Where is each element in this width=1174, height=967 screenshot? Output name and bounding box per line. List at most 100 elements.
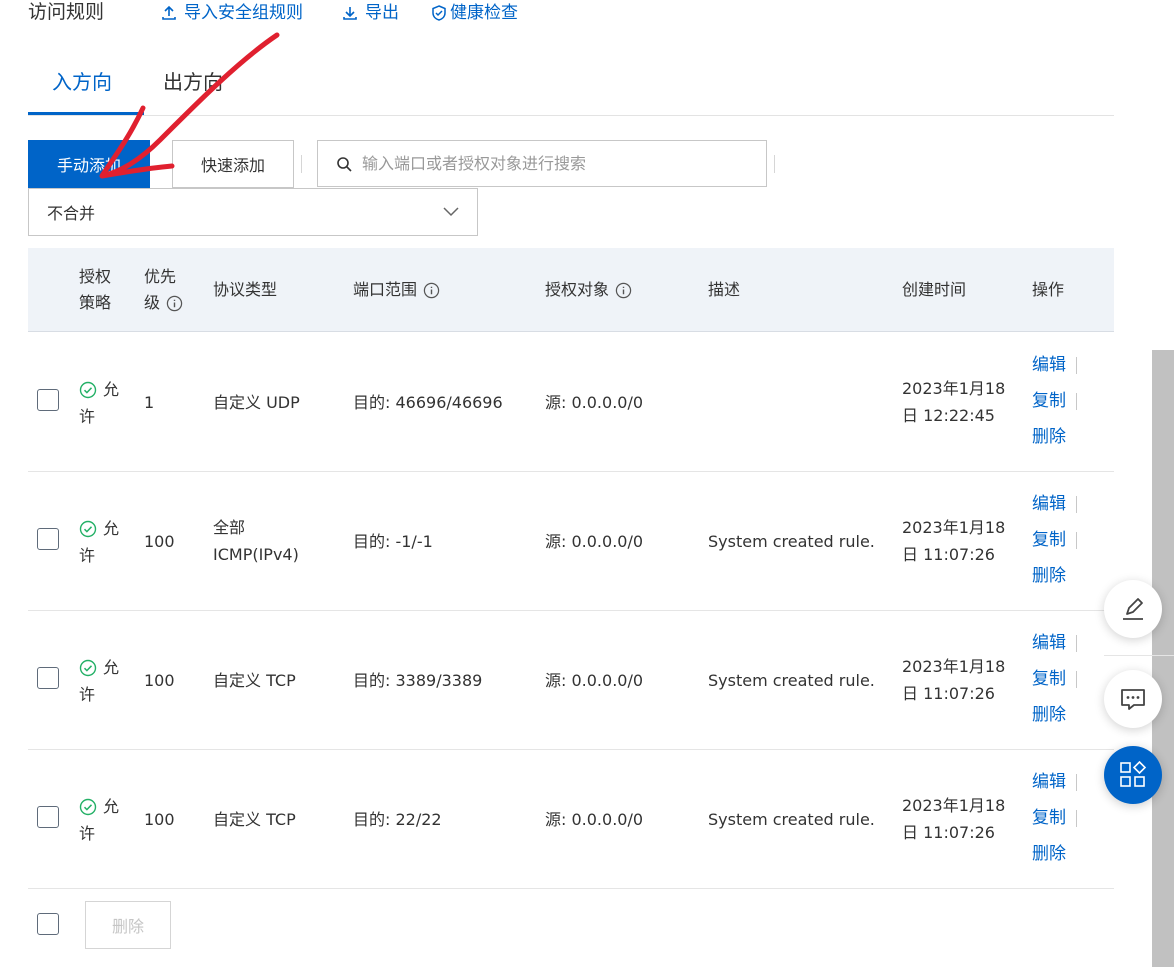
table-row: 允 许 1 自定义 UDP 目的: 46696/46696 源: 0.0.0.0… <box>28 333 1114 472</box>
policy-text: 允 <box>103 380 120 399</box>
edit-pen-icon <box>1123 598 1143 620</box>
action-divider <box>1076 774 1077 791</box>
toolbar-separator <box>774 155 775 173</box>
protocol-cell: 自定义 TCP <box>213 810 296 829</box>
delete-link[interactable]: 删除 <box>1032 705 1066 725</box>
policy-allow: 允 <box>79 654 119 681</box>
table-row: 允 许 100 全部 ICMP(IPv4) 目的: -1/-1 源: 0.0.0… <box>28 472 1114 611</box>
column-port-range-label: 端口范围 <box>353 280 418 299</box>
bulk-delete-button[interactable]: 删除 <box>85 901 171 949</box>
created-time: 日 11:07:26 <box>902 684 995 703</box>
protocol-cell: 全部 ICMP(IPv4) <box>213 514 299 568</box>
chevron-down-icon <box>443 207 459 217</box>
priority-cell: 1 <box>144 393 155 412</box>
delete-link[interactable]: 删除 <box>1032 844 1066 864</box>
column-auth-object: 授权对象 <box>545 277 632 303</box>
port-range-cell: 目的: -1/-1 <box>353 532 433 551</box>
created-date: 2023年1月18 <box>902 379 1006 398</box>
tab-divider <box>28 115 1114 116</box>
row-actions: 编辑 复制 删除 <box>1032 347 1077 455</box>
import-rules-link[interactable]: 导入安全组规则 <box>160 1 303 25</box>
column-policy-label: 授权 <box>79 267 112 286</box>
column-actions: 操作 <box>1032 280 1065 299</box>
search-input[interactable] <box>360 153 744 174</box>
edit-link[interactable]: 编辑 <box>1032 633 1066 653</box>
info-icon[interactable] <box>423 282 440 299</box>
scrollbar-thumb[interactable] <box>1152 350 1174 967</box>
edit-link[interactable]: 编辑 <box>1032 494 1066 514</box>
row-checkbox[interactable] <box>37 528 59 550</box>
row-checkbox[interactable] <box>37 806 59 828</box>
edit-float-button[interactable] <box>1104 580 1162 638</box>
copy-link[interactable]: 复制 <box>1032 530 1066 550</box>
policy-allow: 允 <box>79 515 119 542</box>
auth-object-cell: 源: 0.0.0.0/0 <box>545 532 644 551</box>
policy-text: 许 <box>79 824 96 843</box>
policy-text: 许 <box>79 546 96 565</box>
policy-allow: 允 <box>79 793 119 820</box>
description-cell: System created rule. <box>708 532 875 551</box>
delete-link[interactable]: 删除 <box>1032 427 1066 447</box>
active-tab-indicator <box>28 112 144 115</box>
column-auth-object-label: 授权对象 <box>545 280 610 299</box>
manual-add-button[interactable]: 手动添加 <box>28 140 150 188</box>
policy-text: 允 <box>103 658 120 677</box>
row-checkbox[interactable] <box>37 667 59 689</box>
copy-link[interactable]: 复制 <box>1032 669 1066 689</box>
column-port-range: 端口范围 <box>353 277 440 303</box>
column-protocol: 协议类型 <box>213 280 278 299</box>
created-time-cell: 2023年1月18 日 11:07:26 <box>902 792 1005 846</box>
check-circle-icon <box>79 520 97 537</box>
check-circle-icon <box>79 798 97 815</box>
column-policy-label: 策略 <box>79 293 112 312</box>
health-check-link[interactable]: 健康检查 <box>430 1 518 25</box>
port-range-cell: 目的: 3389/3389 <box>353 671 483 690</box>
action-divider <box>1076 496 1077 513</box>
copy-link[interactable]: 复制 <box>1032 808 1066 828</box>
quick-add-button[interactable]: 快速添加 <box>172 140 294 188</box>
select-all-checkbox[interactable] <box>37 913 59 935</box>
policy-text: 允 <box>103 797 120 816</box>
check-circle-icon <box>79 659 97 676</box>
created-date: 2023年1月18 <box>902 518 1006 537</box>
edit-link[interactable]: 编辑 <box>1032 772 1066 792</box>
protocol-text: ICMP(IPv4) <box>213 545 299 564</box>
created-time-cell: 2023年1月18 日 12:22:45 <box>902 375 1005 429</box>
tab-outbound[interactable]: 出方向 <box>163 68 223 96</box>
action-divider <box>1076 671 1077 688</box>
column-priority-label: 优先 <box>144 267 177 286</box>
policy-text: 许 <box>79 685 96 704</box>
export-link[interactable]: 导出 <box>341 1 399 25</box>
protocol-cell: 自定义 TCP <box>213 671 296 690</box>
feedback-float-button[interactable] <box>1104 670 1162 728</box>
search-box[interactable] <box>317 140 767 187</box>
policy-cell: 允 许 <box>79 376 119 430</box>
action-divider <box>1076 810 1077 827</box>
created-time: 日 11:07:26 <box>902 823 995 842</box>
export-label: 导出 <box>365 3 399 23</box>
tab-inbound[interactable]: 入方向 <box>52 68 112 96</box>
policy-cell: 允 许 <box>79 654 119 708</box>
action-divider <box>1076 357 1077 374</box>
merge-select[interactable]: 不合并 <box>28 188 478 236</box>
row-checkbox[interactable] <box>37 389 59 411</box>
table-row: 允 许 100 自定义 TCP 目的: 22/22 源: 0.0.0.0/0 S… <box>28 750 1114 889</box>
delete-link[interactable]: 删除 <box>1032 566 1066 586</box>
apps-float-button[interactable] <box>1104 746 1162 804</box>
edit-link[interactable]: 编辑 <box>1032 355 1066 375</box>
health-check-label: 健康检查 <box>450 3 518 23</box>
priority-cell: 100 <box>144 532 175 551</box>
info-icon[interactable] <box>615 282 632 299</box>
info-icon[interactable] <box>166 295 183 312</box>
toolbar-separator <box>301 155 302 173</box>
action-divider <box>1076 393 1077 410</box>
import-rules-label: 导入安全组规则 <box>184 3 303 23</box>
table-row: 允 许 100 自定义 TCP 目的: 3389/3389 源: 0.0.0.0… <box>28 611 1114 750</box>
column-priority: 优先 级 <box>144 264 183 316</box>
policy-text: 许 <box>79 407 96 426</box>
row-actions: 编辑 复制 删除 <box>1032 764 1077 872</box>
auth-object-cell: 源: 0.0.0.0/0 <box>545 671 644 690</box>
copy-link[interactable]: 复制 <box>1032 391 1066 411</box>
section-title: 访问规则 <box>28 1 105 23</box>
auth-object-cell: 源: 0.0.0.0/0 <box>545 810 644 829</box>
